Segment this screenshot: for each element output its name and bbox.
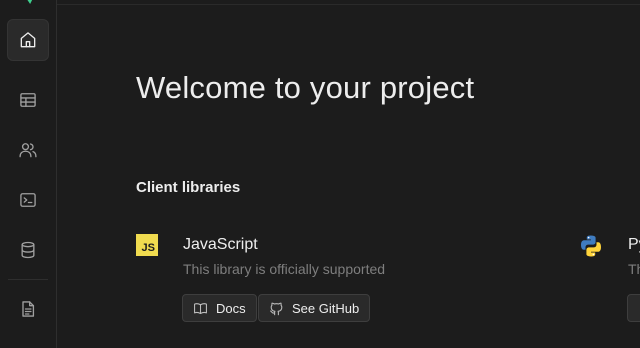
- docs-button[interactable]: Docs: [182, 294, 257, 322]
- library-name: JavaScript: [183, 236, 258, 253]
- library-name: Py: [628, 236, 640, 253]
- library-description: Th: [628, 261, 640, 277]
- database-icon: [21, 241, 35, 259]
- users-icon: [19, 143, 37, 158]
- sidebar-item-sql-editor[interactable]: [7, 179, 49, 221]
- sidebar-item-home[interactable]: [7, 19, 49, 61]
- sidebar-item-authentication[interactable]: [7, 129, 49, 171]
- github-icon: [270, 302, 283, 315]
- logo-icon: [27, 0, 33, 4]
- section-title: Client libraries: [136, 179, 241, 196]
- javascript-icon: JS: [136, 234, 158, 256]
- home-icon: [20, 32, 36, 48]
- terminal-icon: [20, 193, 36, 207]
- page-title: Welcome to your project: [136, 70, 475, 105]
- see-github-button[interactable]: See GitHub: [258, 294, 371, 322]
- see-github-button-label: See GitHub: [292, 300, 360, 316]
- docs-button-label: Docs: [216, 300, 246, 316]
- main-content: Welcome to your project Client libraries…: [57, 0, 640, 348]
- table-icon: [20, 93, 36, 107]
- library-card-javascript: JS JavaScript This library is officially…: [136, 234, 385, 334]
- sidebar-item-database[interactable]: [7, 229, 49, 271]
- library-description: This library is officially supported: [183, 261, 386, 277]
- library-card-python: Py Th: [579, 234, 640, 334]
- sidebar-item-api-docs[interactable]: [7, 288, 49, 330]
- book-icon: [194, 302, 207, 314]
- sidebar: [0, 0, 57, 348]
- app-window: Welcome to your project Client libraries…: [0, 0, 640, 348]
- sidebar-item-table-editor[interactable]: [7, 79, 49, 121]
- python-icon: [581, 235, 601, 257]
- file-text-icon: [22, 301, 35, 317]
- docs-button[interactable]: [627, 294, 640, 322]
- sidebar-divider: [8, 279, 48, 280]
